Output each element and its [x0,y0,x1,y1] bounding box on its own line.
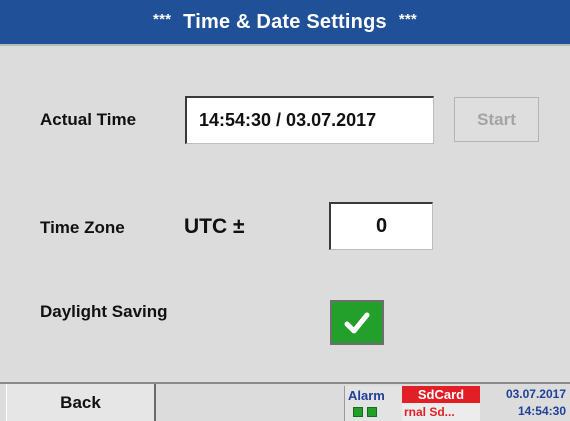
actual-time-field[interactable]: 14:54:30 / 03.07.2017 [185,96,434,144]
title-stars-right: *** [398,10,417,28]
settings-panel: Actual Time 14:54:30 / 03.07.2017 Start … [0,46,570,382]
status-footer: Back Alarm SdCard rnal Sd... 03.07.2017 … [0,382,570,421]
utc-label: UTC ± [184,215,245,238]
title-bar: *** Time & Date Settings *** [0,0,570,46]
alarm-status[interactable]: Alarm [344,386,402,421]
datetime-status: 03.07.2017 14:54:30 [480,386,570,421]
back-button[interactable]: Back [6,384,156,421]
title-stars-left: *** [153,10,172,28]
sdcard-subtext: rnal Sd... [404,405,455,419]
actual-time-label: Actual Time [40,110,137,129]
start-button[interactable]: Start [454,97,539,142]
sdcard-status[interactable]: SdCard rnal Sd... [402,386,480,421]
alarm-label: Alarm [348,388,385,403]
daylight-saving-checkbox[interactable] [330,300,384,345]
page-title: Time & Date Settings [183,10,387,33]
time-zone-label: Time Zone [40,218,125,237]
check-icon [344,312,370,333]
time-zone-field[interactable]: 0 [329,202,433,250]
sdcard-title: SdCard [402,386,480,403]
status-led-icon [367,407,377,417]
status-date: 03.07.2017 [505,387,566,401]
status-time: 14:54:30 [517,404,566,418]
status-led-icon [353,407,363,417]
daylight-saving-label: Daylight Saving [40,302,168,321]
